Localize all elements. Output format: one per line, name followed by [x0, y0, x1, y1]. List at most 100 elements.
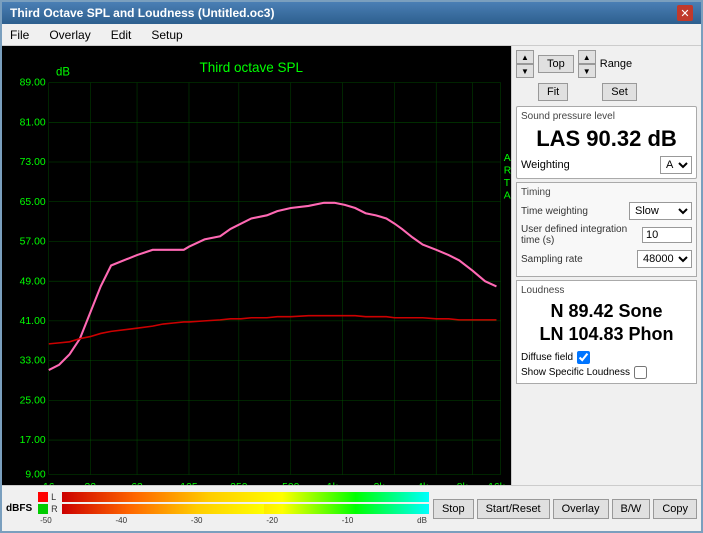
bottom-bar: dBFS L R -50 -40 -30 -20 -10	[2, 485, 701, 531]
svg-text:16k: 16k	[488, 482, 506, 485]
svg-text:65.00: 65.00	[20, 197, 46, 208]
menu-edit[interactable]: Edit	[107, 26, 136, 44]
fit-button[interactable]: Fit	[538, 83, 568, 101]
start-reset-button[interactable]: Start/Reset	[477, 499, 550, 519]
window-title: Third Octave SPL and Loudness (Untitled.…	[10, 6, 274, 20]
weighting-row: Weighting A B C Z	[521, 156, 692, 174]
action-buttons: Stop Start/Reset Overlay B/W Copy	[433, 499, 697, 519]
svg-text:89.00: 89.00	[20, 78, 46, 89]
set-button[interactable]: Set	[602, 83, 637, 101]
svg-text:57.00: 57.00	[20, 237, 46, 248]
svg-text:81.00: 81.00	[20, 117, 46, 128]
show-label: Show Specific Loudness	[521, 367, 630, 378]
left-channel-indicator	[38, 492, 48, 502]
left-meter-bar	[62, 492, 429, 502]
svg-text:4k: 4k	[417, 482, 429, 485]
time-weighting-select[interactable]: Fast Slow Impulse	[629, 202, 692, 220]
svg-text:8k: 8k	[457, 482, 469, 485]
svg-text:2k: 2k	[374, 482, 386, 485]
range-up-arrow[interactable]: ▲	[578, 50, 596, 64]
bw-button[interactable]: B/W	[612, 499, 651, 519]
spl-title: Sound pressure level	[521, 111, 692, 122]
svg-text:A: A	[504, 191, 511, 202]
stop-button[interactable]: Stop	[433, 499, 474, 519]
svg-text:32: 32	[85, 482, 97, 485]
integration-input[interactable]: 10	[642, 227, 692, 243]
top-button[interactable]: Top	[538, 55, 574, 73]
menu-setup[interactable]: Setup	[147, 26, 186, 44]
meter-container: L R -50 -40 -30 -20 -10 dB	[38, 492, 429, 525]
menu-file[interactable]: File	[6, 26, 33, 44]
chart-area: 89.00 81.00 73.00 65.00 57.00 49.00 41.0…	[2, 46, 511, 485]
sampling-label: Sampling rate	[521, 254, 637, 265]
show-row: Show Specific Loudness	[521, 366, 692, 379]
timing-title: Timing	[521, 187, 692, 198]
sampling-select[interactable]: 44100 48000 96000	[637, 250, 692, 268]
range-label: Range	[600, 58, 632, 70]
meter-ticks: -50 -40 -30 -20 -10 dB	[38, 516, 429, 525]
chart-svg: 89.00 81.00 73.00 65.00 57.00 49.00 41.0…	[2, 46, 511, 485]
left-meter-row: L	[38, 492, 429, 502]
top-arrows: ▲ ▼	[516, 50, 534, 78]
svg-text:16: 16	[43, 482, 55, 485]
right-panel: ▲ ▼ Top ▲ ▼ Range Fit Set Sound pressure…	[511, 46, 701, 485]
close-button[interactable]: ✕	[677, 5, 693, 21]
svg-text:250: 250	[230, 482, 248, 485]
spl-value: LAS 90.32 dB	[521, 126, 692, 152]
tick-20: -20	[266, 516, 278, 525]
loudness-line1: N 89.42 Sone	[521, 300, 692, 323]
right-meter-row: R	[38, 504, 429, 514]
left-label: L	[51, 492, 59, 502]
weighting-select[interactable]: A B C Z	[660, 156, 692, 174]
diffuse-checkbox[interactable]	[577, 351, 590, 364]
loudness-section: Loudness N 89.42 Sone LN 104.83 Phon Dif…	[516, 280, 697, 384]
main-area: 89.00 81.00 73.00 65.00 57.00 49.00 41.0…	[2, 46, 701, 485]
top-up-arrow[interactable]: ▲	[516, 50, 534, 64]
svg-text:Third octave SPL: Third octave SPL	[200, 60, 304, 75]
tick-30: -30	[191, 516, 203, 525]
integration-label: User defined integration time (s)	[521, 224, 642, 246]
svg-text:A: A	[504, 153, 511, 164]
diffuse-row: Diffuse field	[521, 351, 692, 364]
svg-text:63: 63	[131, 482, 143, 485]
timing-section: Timing Time weighting Fast Slow Impulse …	[516, 182, 697, 277]
main-window: Third Octave SPL and Loudness (Untitled.…	[0, 0, 703, 533]
svg-text:41.00: 41.00	[20, 316, 46, 327]
menu-overlay[interactable]: Overlay	[45, 26, 94, 44]
spl-section: Sound pressure level LAS 90.32 dB Weight…	[516, 106, 697, 179]
svg-text:49.00: 49.00	[20, 276, 46, 287]
svg-text:500: 500	[282, 482, 300, 485]
time-weighting-label: Time weighting	[521, 206, 629, 217]
loudness-title: Loudness	[521, 285, 692, 296]
svg-text:33.00: 33.00	[20, 356, 46, 367]
menu-bar: File Overlay Edit Setup	[2, 24, 701, 46]
right-channel-indicator	[38, 504, 48, 514]
time-weighting-row: Time weighting Fast Slow Impulse	[521, 202, 692, 220]
right-meter-bar	[62, 504, 429, 514]
svg-text:125: 125	[180, 482, 198, 485]
sampling-row: Sampling rate 44100 48000 96000	[521, 250, 692, 268]
tick-40: -40	[116, 516, 128, 525]
copy-button[interactable]: Copy	[653, 499, 697, 519]
top-down-arrow[interactable]: ▼	[516, 64, 534, 78]
tick-50: -50	[40, 516, 52, 525]
overlay-button[interactable]: Overlay	[553, 499, 609, 519]
right-label: R	[51, 504, 59, 514]
dbfs-label: dBFS	[6, 503, 32, 514]
fit-controls: Fit Set	[516, 83, 697, 101]
tick-10: -10	[342, 516, 354, 525]
svg-text:73.00: 73.00	[20, 157, 46, 168]
title-bar: Third Octave SPL and Loudness (Untitled.…	[2, 2, 701, 24]
svg-text:17.00: 17.00	[20, 435, 46, 446]
svg-text:R: R	[504, 165, 511, 176]
svg-text:1k: 1k	[327, 482, 339, 485]
integration-row: User defined integration time (s) 10	[521, 224, 692, 246]
show-checkbox[interactable]	[634, 366, 647, 379]
svg-text:25.00: 25.00	[20, 395, 46, 406]
svg-text:T: T	[504, 178, 511, 189]
range-down-arrow[interactable]: ▼	[578, 64, 596, 78]
svg-text:dB: dB	[56, 66, 70, 78]
weighting-label: Weighting	[521, 159, 570, 171]
tick-db: dB	[417, 516, 427, 525]
svg-text:9.00: 9.00	[25, 470, 45, 481]
